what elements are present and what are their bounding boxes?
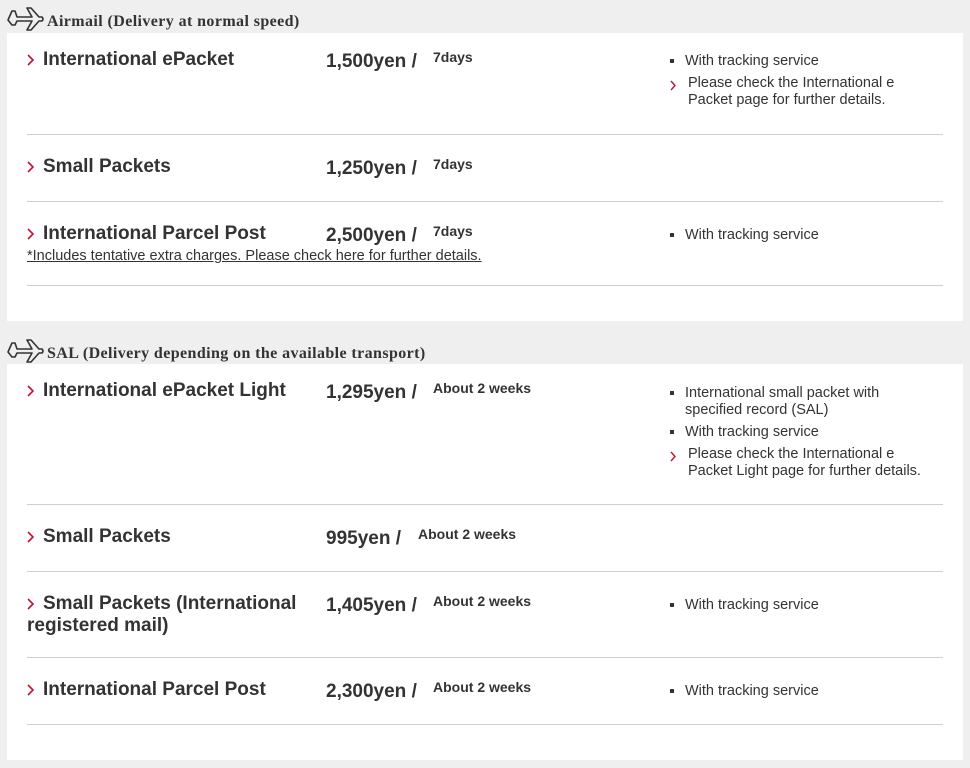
bullet-icon [670, 59, 674, 63]
bullet-icon [670, 391, 674, 395]
delivery-days: About 2 weeks [418, 526, 517, 542]
chevron-right-icon [27, 160, 35, 178]
price: 2,500yen / [326, 225, 417, 246]
chevron-right-icon [27, 530, 35, 548]
chevron-right-icon [27, 597, 35, 615]
extra-charges-link[interactable]: *Includes tentative extra charges. Pleas… [27, 248, 482, 264]
chevron-right-icon [670, 80, 676, 91]
service-row: International ePacket 1,500yen / 7days W… [27, 49, 943, 135]
delivery-days: About 2 weeks [433, 380, 532, 396]
service-name-link[interactable]: Small Packets [43, 156, 171, 178]
service-row: Small Packets 995yen / About 2 weeks [27, 526, 943, 572]
service-name-link[interactable]: International ePacket Light [43, 380, 286, 402]
service-row: International Parcel Post 2,500yen / 7da… [27, 223, 943, 286]
note-item: With tracking service [670, 424, 950, 441]
note-item: With tracking service [670, 597, 950, 614]
delivery-days: 7days [433, 156, 473, 172]
bullet-icon [670, 233, 674, 237]
chevron-right-icon [27, 384, 35, 402]
price: 2,300yen / [326, 681, 417, 702]
chevron-right-icon [27, 683, 35, 701]
bullet-icon [670, 430, 674, 434]
delivery-days: 7days [433, 223, 473, 239]
airmail-panel: International ePacket 1,500yen / 7days W… [7, 33, 963, 321]
price: 1,250yen / [326, 158, 417, 179]
sal-panel: International ePacket Light 1,295yen / A… [7, 364, 963, 760]
service-row: International ePacket Light 1,295yen / A… [27, 380, 943, 505]
section-header-airmail: Airmail (Delivery at normal speed) [0, 4, 970, 36]
price: 995yen / [326, 528, 401, 549]
chevron-right-icon [27, 227, 35, 245]
details-link[interactable]: Please check the International e Packet L… [670, 446, 950, 480]
service-name-link[interactable]: International Parcel Post [43, 679, 266, 701]
note-item: International small packet with specified… [670, 385, 950, 419]
price: 1,295yen / [326, 382, 417, 403]
details-link[interactable]: Please check the International e Packet p… [670, 75, 950, 109]
service-name-link[interactable]: Small Packets [43, 526, 171, 548]
service-name-continued[interactable]: registered mail) [27, 615, 169, 637]
notes-list: With tracking service [670, 227, 950, 249]
section-title: SAL (Delivery depending on the available… [47, 345, 426, 362]
service-name-link[interactable]: Small Packets (International [43, 592, 296, 615]
note-item: With tracking service [670, 683, 950, 700]
service-row: Small Packets 1,250yen / 7days [27, 156, 943, 202]
airplane-icon [6, 7, 44, 36]
service-name-link[interactable]: International ePacket [43, 49, 234, 71]
chevron-right-icon [27, 53, 35, 71]
chevron-right-icon [670, 451, 676, 462]
notes-list: With tracking service [670, 597, 950, 619]
note-item: With tracking service [670, 53, 950, 70]
delivery-days: About 2 weeks [433, 679, 532, 695]
section-title: Airmail (Delivery at normal speed) [47, 13, 300, 30]
note-item: With tracking service [670, 227, 950, 244]
delivery-days: About 2 weeks [433, 593, 532, 609]
bullet-icon [670, 603, 674, 607]
service-row: Small Packets (International registered … [27, 593, 943, 658]
price: 1,405yen / [326, 595, 417, 616]
notes-list: With tracking service Please check the I… [670, 53, 950, 114]
notes-list: With tracking service [670, 683, 950, 705]
bullet-icon [670, 689, 674, 693]
delivery-days: 7days [433, 49, 473, 65]
price: 1,500yen / [326, 51, 417, 72]
notes-list: International small packet with specified… [670, 385, 950, 485]
service-name-link[interactable]: International Parcel Post [43, 223, 266, 245]
service-row: International Parcel Post 2,300yen / Abo… [27, 679, 943, 725]
